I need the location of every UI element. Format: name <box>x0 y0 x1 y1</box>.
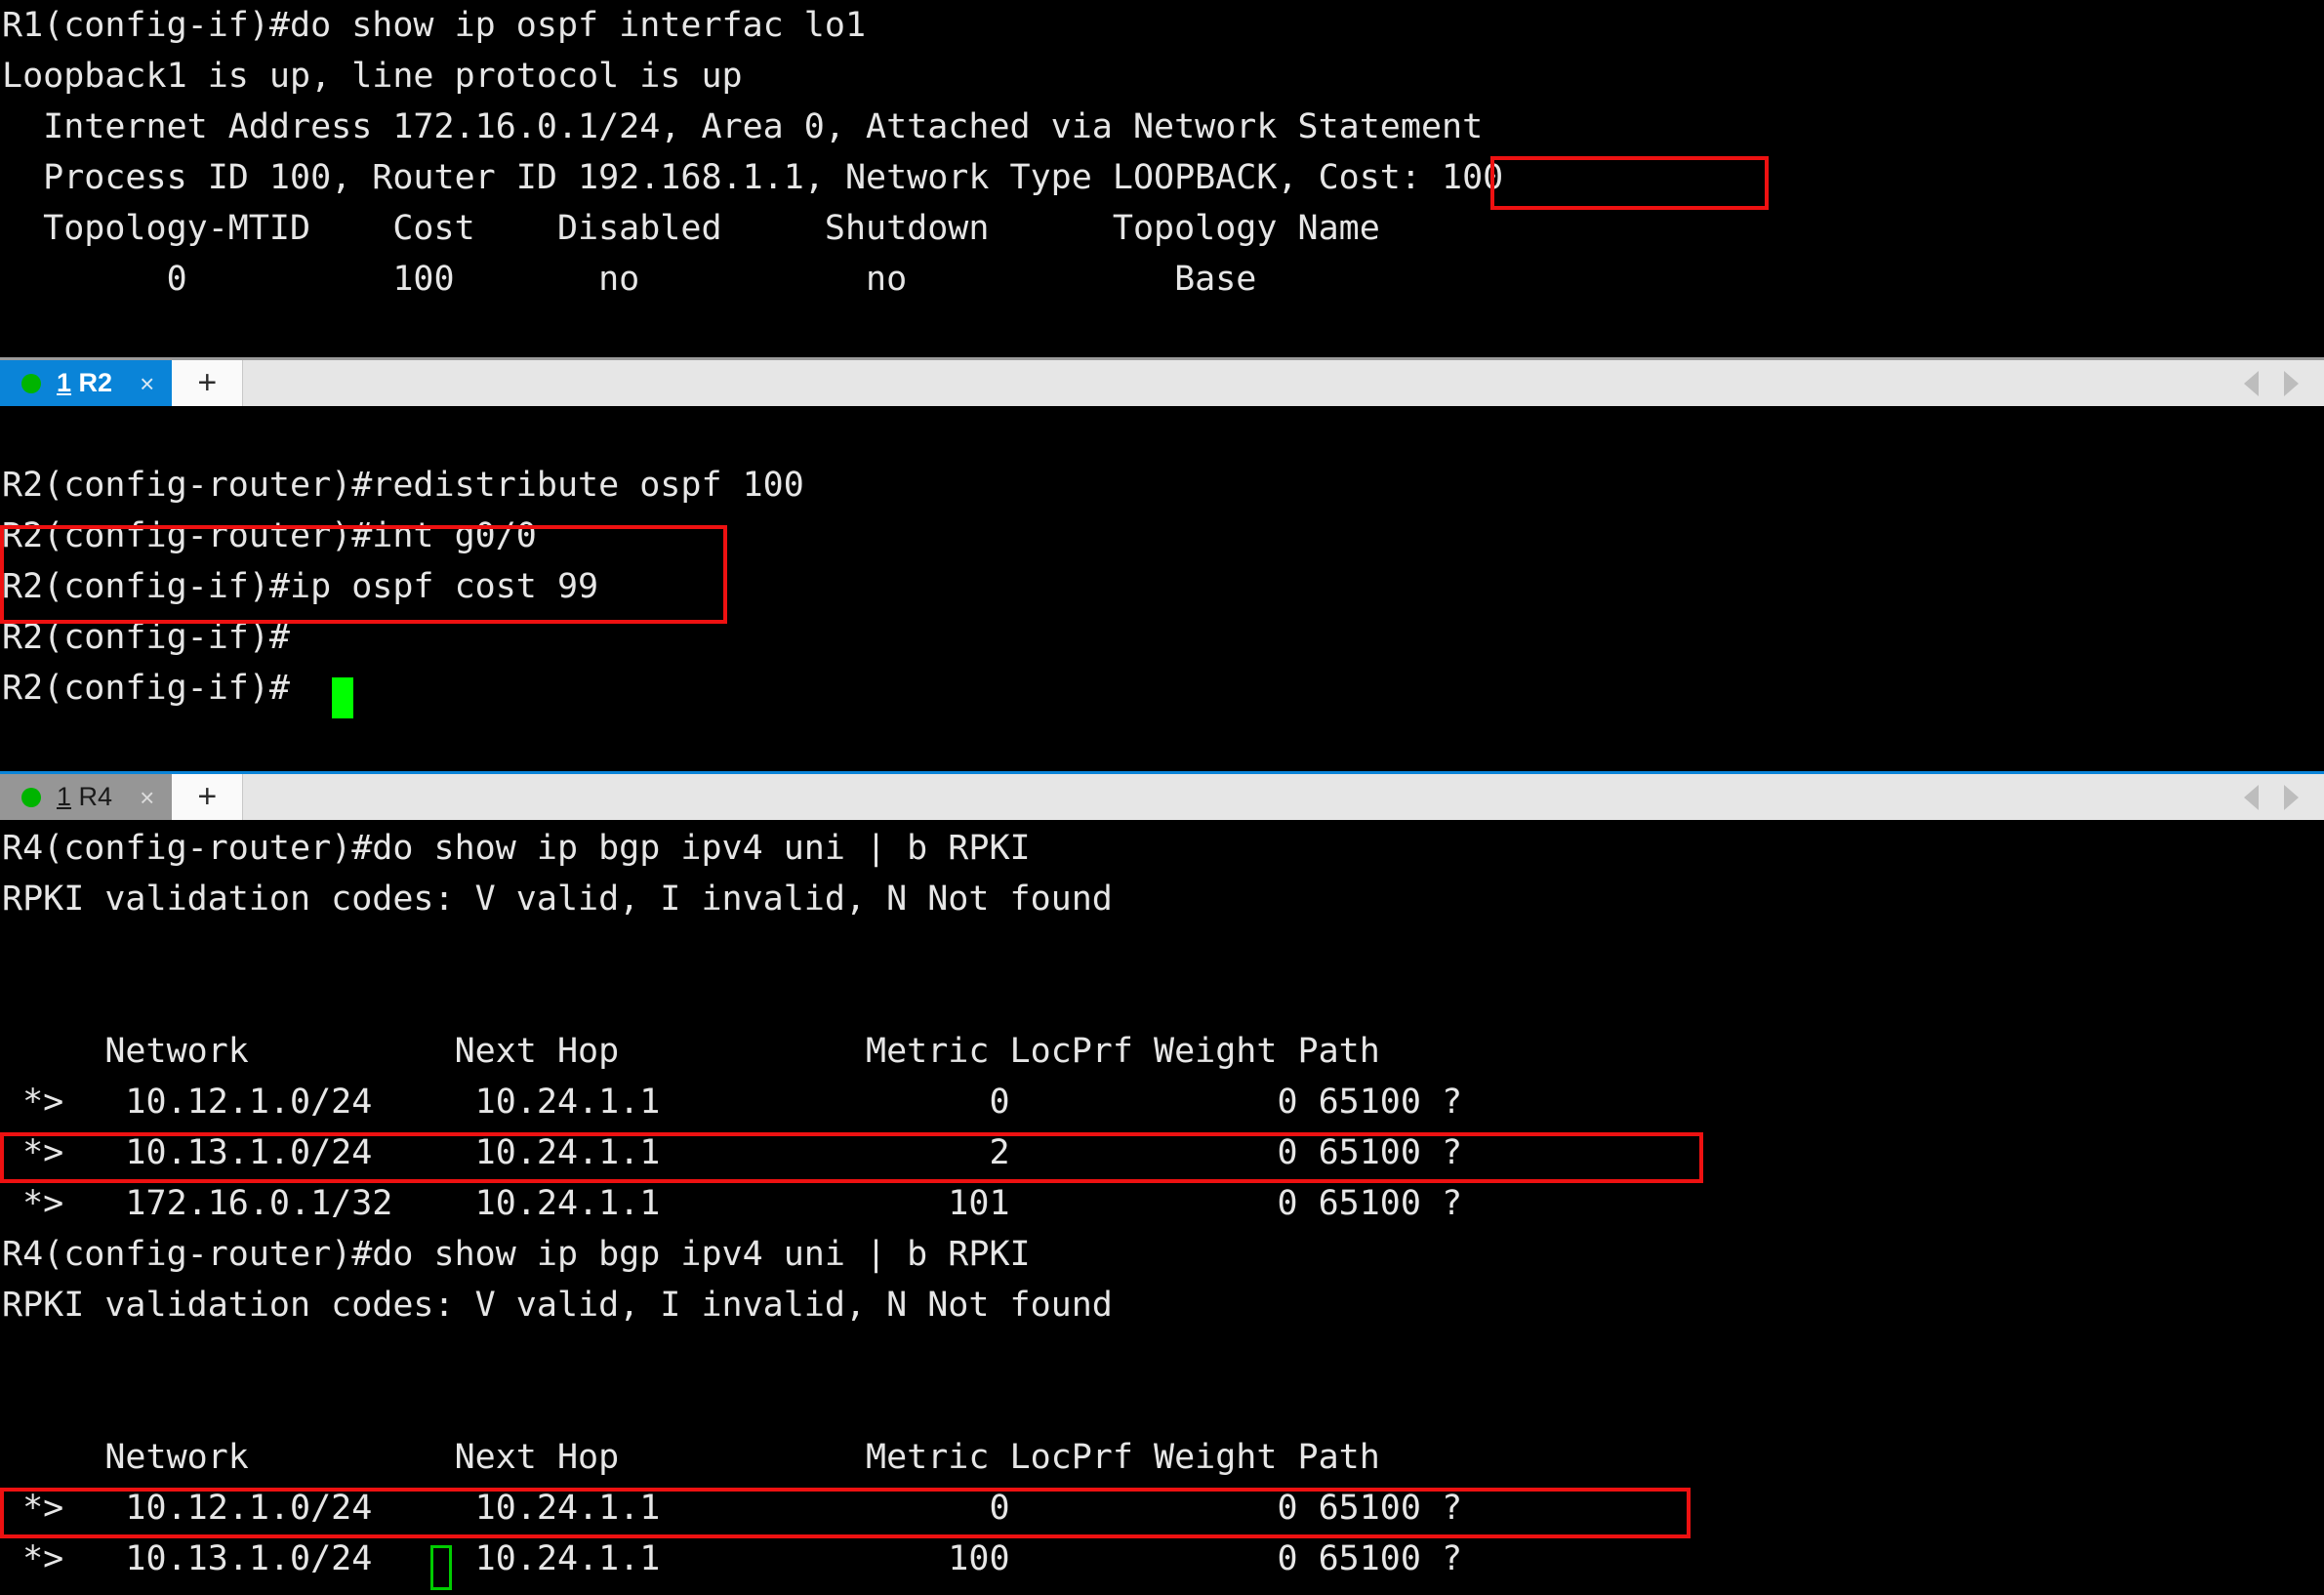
terminal-line: Topology-MTID Cost Disabled Shutdown Top… <box>2 209 1380 248</box>
terminal-line: R2(config-router)#redistribute ospf 100 <box>2 466 804 505</box>
terminal-line: R4(config-router)#do show ip bgp ipv4 un… <box>2 829 1031 868</box>
close-icon[interactable]: × <box>140 785 154 810</box>
chevron-right-icon[interactable] <box>2284 370 2299 396</box>
bgp-table-row: *> 10.12.1.0/24 10.24.1.1 0 0 65100 ? <box>2 1489 1463 1528</box>
tab-r2-label: 1 R2 <box>57 368 112 398</box>
tab-scroll-controls[interactable] <box>2244 360 2324 406</box>
bgp-table-header: Network Next Hop Metric LocPrf Weight Pa… <box>2 1032 1380 1071</box>
terminal-line: Internet Address 172.16.0.1/24, Area 0, … <box>2 107 1484 146</box>
terminal-line: 0 100 no no Base <box>2 260 1257 299</box>
r4-terminal-pane[interactable]: R4(config-router)#do show ip bgp ipv4 un… <box>0 823 2324 1595</box>
tab-r4[interactable]: 1 R4 × <box>0 774 173 820</box>
bgp-table-header: Network Next Hop Metric LocPrf Weight Pa… <box>2 1438 1380 1477</box>
tab-scroll-controls[interactable] <box>2244 774 2324 820</box>
terminal-line: Process ID 100, Router ID 192.168.1.1, N… <box>2 158 1504 197</box>
bgp-table-row: *> 172.16.0.1/32 10.24.1.1 101 0 65100 ? <box>2 1184 1463 1223</box>
bgp-table-row: *> 10.12.1.0/24 10.24.1.1 0 0 65100 ? <box>2 1083 1463 1122</box>
terminal-line: Loopback1 is up, line protocol is up <box>2 57 743 96</box>
r2-terminal-cursor <box>332 677 353 718</box>
terminal-line: RPKI validation codes: V valid, I invali… <box>2 1286 1113 1325</box>
terminal-line: RPKI validation codes: V valid, I invali… <box>2 879 1113 919</box>
r4-tab-bar[interactable]: 1 R4 × + <box>0 771 2324 820</box>
status-dot-icon <box>21 787 41 807</box>
new-tab-button[interactable]: + <box>172 360 244 406</box>
terminal-line: R1(config-if)#do show ip ospf interfac l… <box>2 6 867 45</box>
terminal-line: R2(config-router)#int g0/0 <box>2 516 537 555</box>
tab-r2-name: R2 <box>78 368 113 397</box>
terminal-screen: R1(config-if)#do show ip ospf interfac l… <box>0 0 2324 1595</box>
status-dot-icon <box>21 373 41 393</box>
r2-tab-bar[interactable]: 1 R2 × + <box>0 357 2324 406</box>
terminal-line: R4(config-router)#do show ip bgp ipv4 un… <box>2 1235 1031 1274</box>
chevron-left-icon[interactable] <box>2244 784 2259 810</box>
r4-terminal-cursor <box>430 1545 452 1590</box>
bgp-table-row: *> 172.16.0.1/32 10.24.1.1 199 0 65100 ? <box>0 1584 2324 1595</box>
r1-terminal-pane[interactable]: R1(config-if)#do show ip ospf interfac l… <box>0 0 2324 357</box>
tab-r4-name: R4 <box>78 782 113 811</box>
bgp-table-row: *> 10.13.1.0/24 10.24.1.1 100 0 65100 ? <box>2 1539 1463 1578</box>
tab-r2[interactable]: 1 R2 × <box>0 360 173 406</box>
terminal-line: R2(config-if)# <box>2 618 291 657</box>
chevron-left-icon[interactable] <box>2244 370 2259 396</box>
chevron-right-icon[interactable] <box>2284 784 2299 810</box>
bgp-table-row: *> 10.13.1.0/24 10.24.1.1 2 0 65100 ? <box>2 1133 1463 1172</box>
tab-bar-spacer <box>243 360 2244 406</box>
tab-bar-spacer <box>243 774 2244 820</box>
close-icon[interactable]: × <box>140 371 154 396</box>
terminal-line: R2(config-if)#ip ospf cost 99 <box>2 567 599 606</box>
tab-r2-number: 1 <box>57 368 72 397</box>
tab-r4-label: 1 R4 <box>57 782 112 812</box>
r2-terminal-pane[interactable]: R2(config-router)#redistribute ospf 100 … <box>0 409 2324 773</box>
new-tab-button[interactable]: + <box>172 774 244 820</box>
tab-r4-number: 1 <box>57 782 72 811</box>
